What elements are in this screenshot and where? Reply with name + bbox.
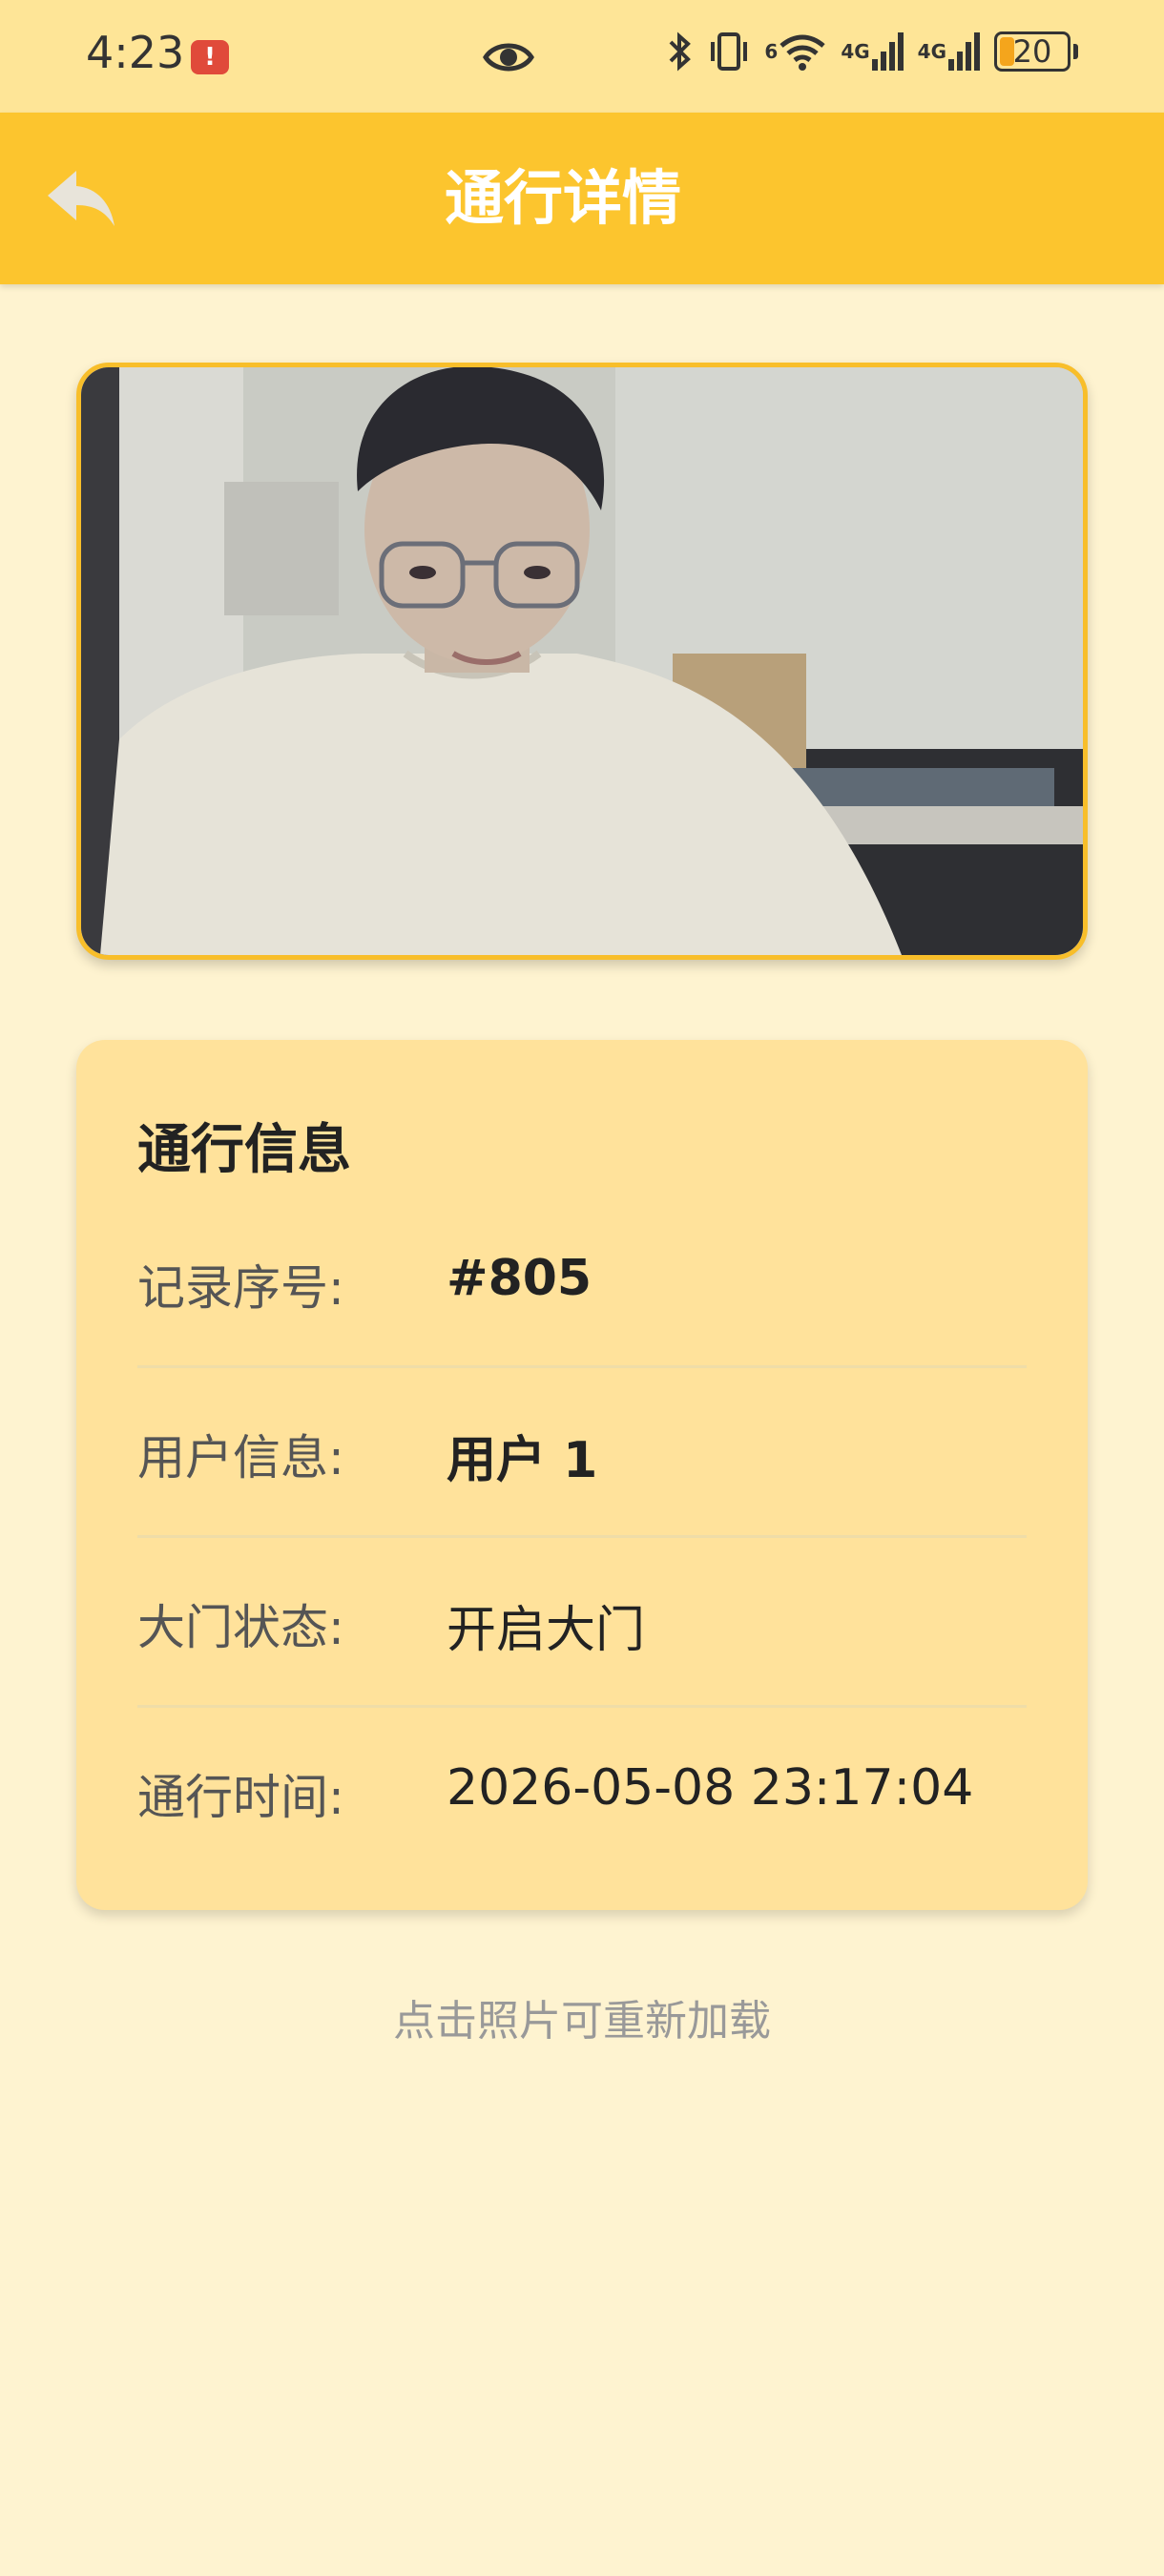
app-bar: 通行详情 bbox=[0, 113, 1164, 284]
network-type-label-1: 4G bbox=[841, 40, 870, 63]
eye-icon bbox=[482, 31, 535, 88]
page-title: 通行详情 bbox=[444, 163, 681, 233]
status-icons: 6 4G 4G 20 bbox=[667, 29, 1078, 74]
alert-badge-icon: ! bbox=[191, 40, 229, 74]
info-card: 通行信息 记录序号: #805 用户信息: 用户 1 大门状态: 开启大门 通行… bbox=[76, 1040, 1088, 1910]
info-row-gate-status: 大门状态: 开启大门 bbox=[137, 1570, 1027, 1738]
card-title: 通行信息 bbox=[137, 1119, 351, 1181]
info-row-pass-time: 通行时间: 2026-05-08 23:17:04 bbox=[137, 1740, 1027, 1908]
row-value: 用户 1 bbox=[447, 1432, 598, 1489]
reload-hint: 点击照片可重新加载 bbox=[393, 1997, 771, 2046]
row-value: 开启大门 bbox=[447, 1602, 646, 1659]
battery-level: 20 bbox=[1012, 33, 1052, 70]
wifi-label: 6 bbox=[764, 40, 779, 63]
signal-icon-2: 4G bbox=[918, 31, 981, 73]
capture-photo[interactable] bbox=[76, 363, 1088, 960]
info-row-user: 用户信息: 用户 1 bbox=[137, 1401, 1027, 1568]
row-label: 通行时间: bbox=[137, 1770, 344, 1825]
user-face-photo-icon bbox=[81, 367, 1083, 955]
battery-icon: 20 bbox=[994, 31, 1078, 72]
row-label: 记录序号: bbox=[137, 1260, 344, 1316]
row-value: 2026-05-08 23:17:04 bbox=[447, 1759, 974, 1817]
status-bar: 4:23 ! 6 4G 4G 20 bbox=[0, 0, 1164, 113]
wifi-icon: 6 bbox=[764, 29, 827, 74]
row-label: 用户信息: bbox=[137, 1430, 344, 1485]
divider bbox=[137, 1705, 1027, 1708]
signal-icon-1: 4G bbox=[841, 31, 904, 73]
row-label: 大门状态: bbox=[137, 1600, 344, 1655]
network-type-label-2: 4G bbox=[917, 40, 946, 63]
bluetooth-icon bbox=[667, 29, 694, 74]
info-row-record-id: 记录序号: #805 bbox=[137, 1231, 1027, 1399]
divider bbox=[137, 1535, 1027, 1538]
status-time: 4:23 bbox=[86, 27, 185, 78]
row-value: #805 bbox=[447, 1250, 592, 1307]
vibrate-icon bbox=[707, 29, 751, 74]
divider bbox=[137, 1365, 1027, 1368]
